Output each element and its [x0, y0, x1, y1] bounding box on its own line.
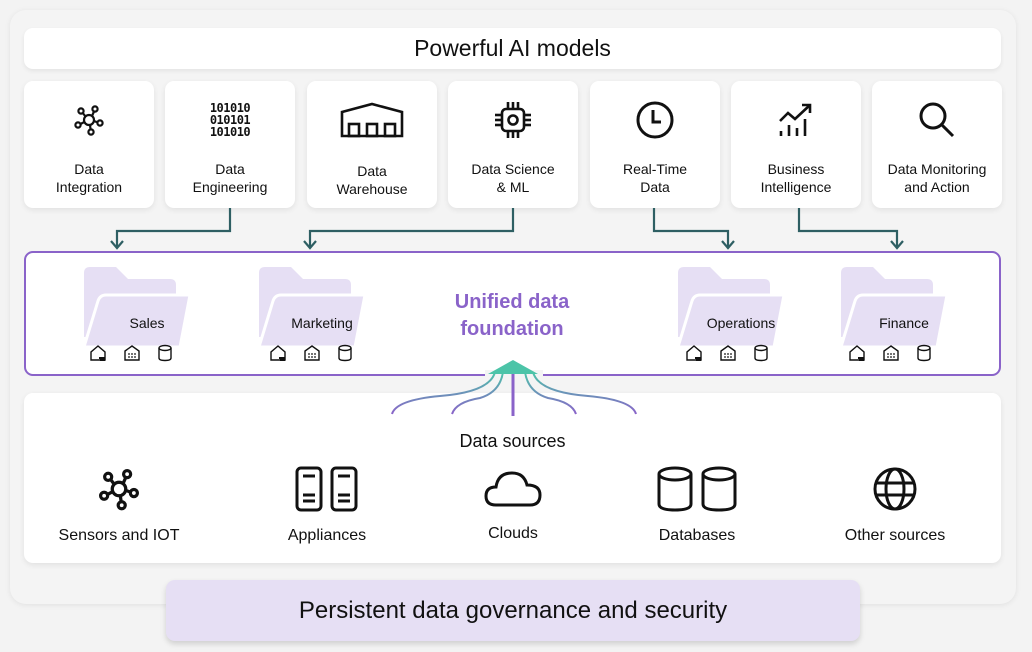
domain-name: Marketing [291, 315, 353, 331]
card-label-line2: and Action [904, 179, 970, 195]
card-business-intelligence[interactable]: Business Intelligence [731, 81, 861, 208]
card-real-time-data[interactable]: Real-Time Data [590, 81, 720, 208]
folder-icon [82, 267, 190, 349]
source-databases[interactable]: Databases [607, 465, 787, 545]
server-icon [237, 465, 417, 513]
source-other[interactable]: Other sources [805, 465, 985, 545]
warehouse-small-icon [304, 345, 320, 361]
card-label-line2: & ML [496, 179, 530, 195]
title-line2: foundation [460, 318, 564, 340]
lakehouse-icon [849, 345, 865, 361]
cloud-icon [423, 465, 603, 513]
domain-icons-finance [848, 344, 932, 362]
data-sources-title: Data sources [459, 431, 566, 451]
domain-icons-marketing [269, 344, 353, 362]
domain-folder-sales[interactable]: Sales [82, 267, 190, 353]
globe-icon [805, 465, 985, 513]
card-label-line2: Intelligence [760, 179, 832, 195]
card-data-integration[interactable]: Data Integration [24, 81, 154, 208]
binary-row: 101010 [209, 125, 251, 139]
domain-folder-finance[interactable]: Finance [839, 267, 947, 353]
database-icon [917, 344, 931, 362]
database-icon [754, 344, 768, 362]
card-label-line1: Business [767, 161, 825, 177]
card-label-line2: Integration [55, 179, 123, 195]
governance-banner: Persistent data governance and security [166, 580, 860, 641]
lakehouse-icon [686, 345, 702, 361]
source-clouds[interactable]: Clouds [423, 465, 603, 543]
card-label-line1: Data [357, 163, 387, 179]
database-icon [158, 344, 172, 362]
domain-name: Operations [706, 315, 776, 331]
folder-icon [257, 267, 365, 349]
card-label-line1: Data Monitoring [887, 161, 987, 177]
source-label: Clouds [488, 525, 538, 542]
database-icon [338, 344, 352, 362]
card-label-line2: Engineering [192, 179, 268, 195]
card-label-line1: Data Science [471, 161, 555, 177]
network-hub-icon [24, 99, 154, 141]
lakehouse-icon [90, 345, 106, 361]
source-appliances[interactable]: Appliances [237, 465, 417, 545]
card-label-line2: Warehouse [336, 181, 408, 197]
card-label-line1: Data [74, 161, 104, 177]
warehouse-small-icon [720, 345, 736, 361]
ai-models-header: Powerful AI models [24, 28, 1001, 69]
chip-icon [448, 99, 578, 141]
databases-icon [607, 465, 787, 513]
magnifier-icon [872, 99, 1002, 141]
data-sources-panel: Data sources Sensors and IOT Appliances … [24, 393, 1001, 563]
warehouse-icon [307, 99, 437, 141]
unified-data-foundation: Sales Marketing Unified data foundation … [24, 251, 1001, 376]
domain-name: Finance [879, 315, 929, 331]
domain-name: Sales [129, 315, 165, 331]
domain-icons-operations [685, 344, 769, 362]
domain-folder-marketing[interactable]: Marketing [257, 267, 365, 353]
unified-data-foundation-title: Unified data foundation [426, 289, 598, 343]
source-label: Appliances [287, 527, 367, 544]
source-label: Databases [658, 527, 736, 544]
source-label: Sensors and IOT [58, 527, 180, 544]
diagram: Powerful AI models Data Integration 10101… [0, 0, 1032, 652]
card-label-line1: Real-Time [622, 161, 688, 177]
card-label-line1: Data [215, 161, 245, 177]
lakehouse-icon [270, 345, 286, 361]
domain-folder-operations[interactable]: Operations [676, 267, 784, 353]
source-sensors-iot[interactable]: Sensors and IOT [29, 465, 209, 545]
card-data-science-ml[interactable]: Data Science & ML [448, 81, 578, 208]
source-label: Other sources [844, 527, 946, 544]
card-data-monitoring[interactable]: Data Monitoring and Action [872, 81, 1002, 208]
folder-icon [839, 267, 947, 349]
warehouse-small-icon [124, 345, 140, 361]
card-data-warehouse[interactable]: Data Warehouse [307, 81, 437, 208]
folder-icon [676, 267, 784, 349]
card-data-engineering[interactable]: 101010 010101 101010 Data Engineering [165, 81, 295, 208]
title-line1: Unified data [454, 291, 570, 313]
domain-icons-sales [89, 344, 173, 362]
network-hub-icon [29, 465, 209, 513]
warehouse-small-icon [883, 345, 899, 361]
binary-code-icon: 101010 010101 101010 [165, 99, 295, 141]
trend-chart-icon [731, 99, 861, 141]
card-label-line2: Data [640, 179, 670, 195]
clock-icon [590, 99, 720, 141]
